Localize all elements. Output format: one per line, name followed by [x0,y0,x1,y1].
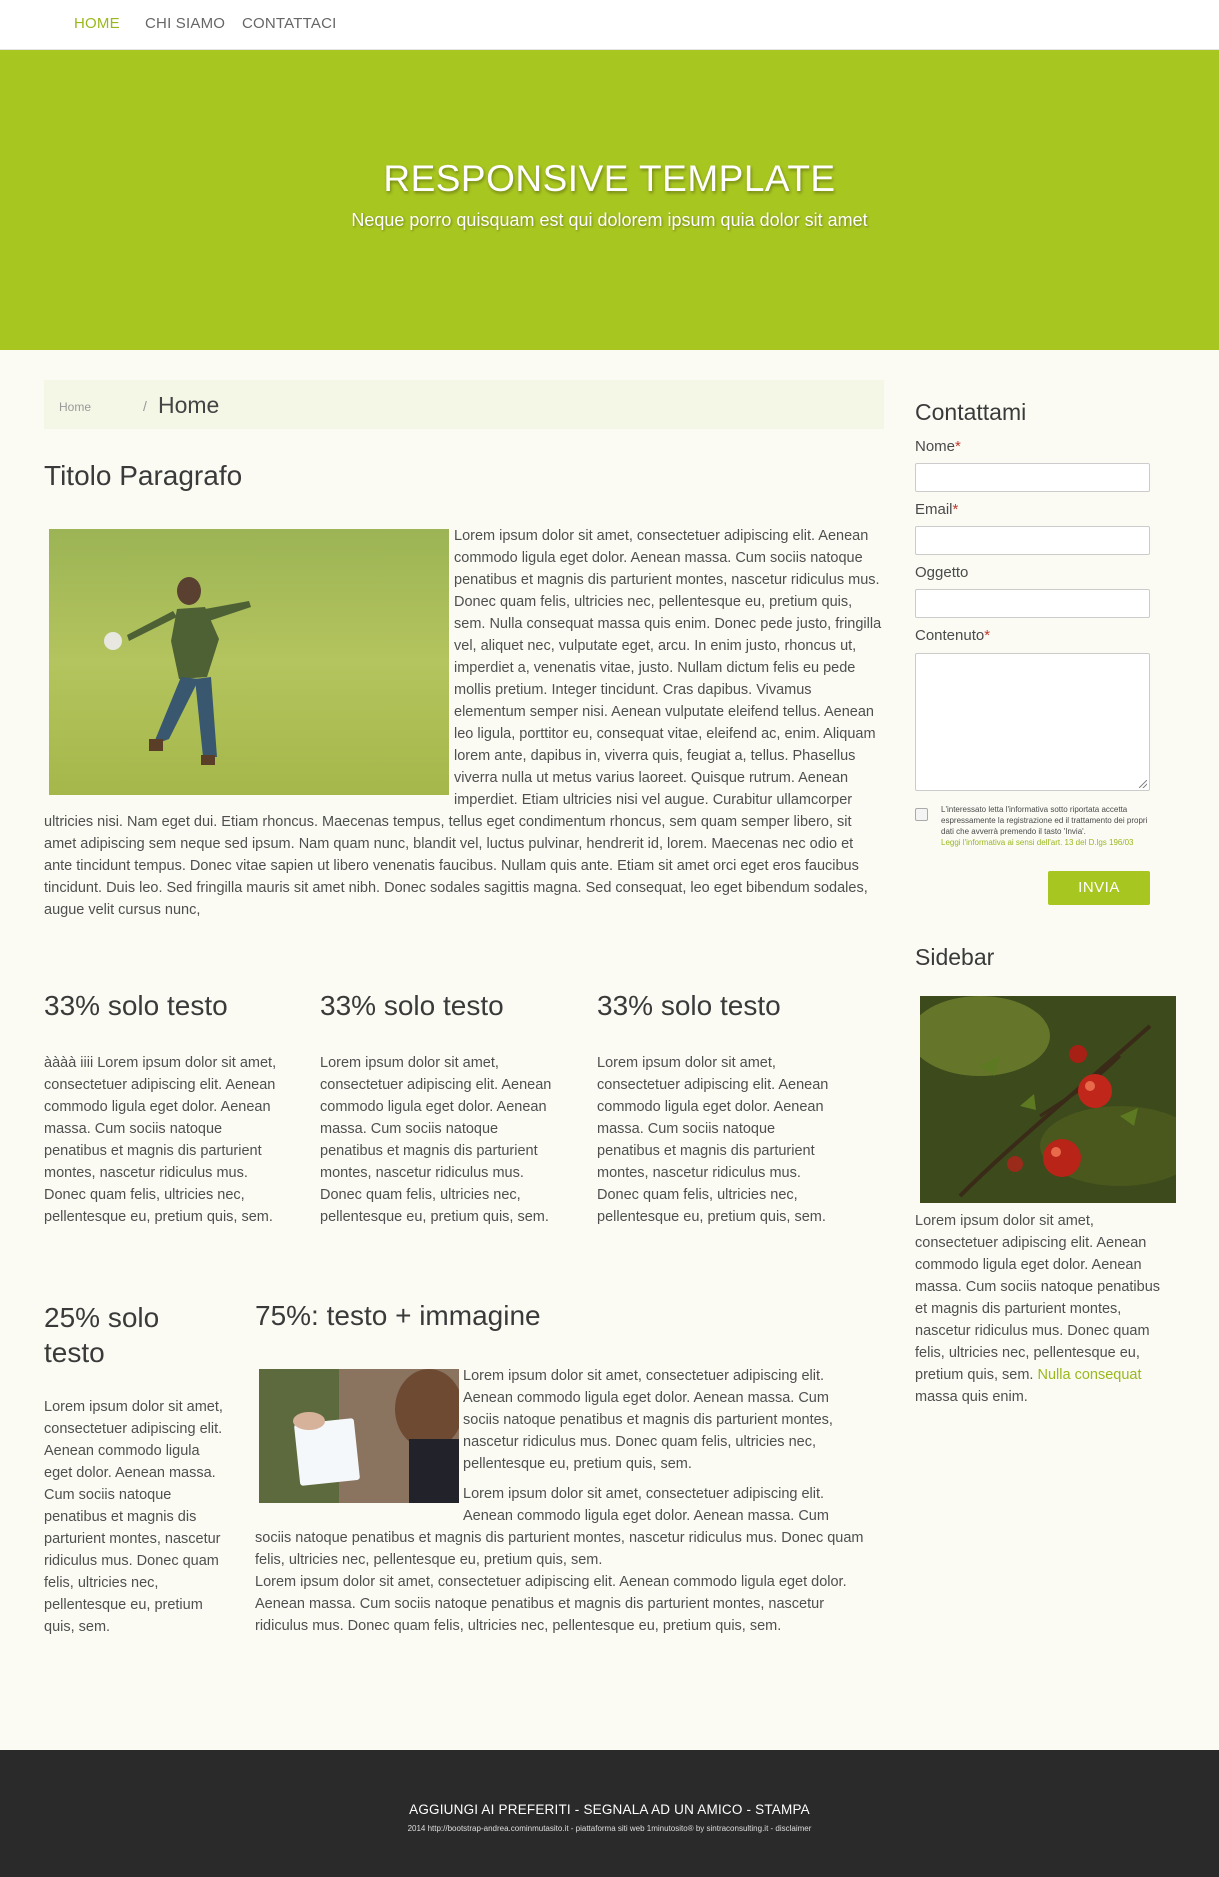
nav-item-chi-siamo[interactable]: CHI SIAMO [145,15,225,32]
col33-body-3: Lorem ipsum dolor sit amet, consectetuer… [597,1055,829,1225]
name-label: Nome* [915,438,961,455]
subject-field[interactable] [915,589,1150,618]
hero-banner: RESPONSIVE TEMPLATE Neque porro quisquam… [0,50,1219,350]
subject-label-text: Oggetto [915,564,969,581]
privacy-text: L'interessato letta l'informativa sotto … [941,805,1148,836]
email-label-text: Email [915,501,953,518]
col33-title-1: 33% solo testo [44,990,228,1021]
required-mark: * [984,627,991,644]
col25-body: Lorem ipsum dolor sit amet, consectetuer… [44,1399,223,1635]
col25-title: 25% solo testo [44,1302,160,1368]
send-button[interactable]: INVIA [1048,871,1150,905]
col33-body-1: àààà iiii Lorem ipsum dolor sit amet, co… [44,1055,277,1225]
apple-tree-photo [920,996,1176,1203]
privacy-notice: L'interessato letta l'informativa sotto … [941,804,1159,848]
nav-item-home[interactable]: HOME [74,15,120,32]
col75-body: Lorem ipsum dolor sit amet, consectetuer… [255,1365,865,1637]
contact-title: Contattami [915,399,1027,425]
content-textarea[interactable] [915,653,1150,791]
sidebar-text: Lorem ipsum dolor sit amet, consectetuer… [915,1210,1171,1408]
breadcrumb: Home / Home [44,380,884,429]
nav-item-contattaci[interactable]: CONTATTACI [242,15,337,32]
email-label: Email* [915,501,958,518]
breadcrumb-separator: / [143,398,147,414]
required-mark: * [955,438,961,455]
col75-paragraph-3: Lorem ipsum dolor sit amet, consectetuer… [255,1574,847,1634]
col75-title: 75%: testo + immagine [255,1300,541,1331]
breadcrumb-home-link[interactable]: Home [59,400,91,414]
content-label-text: Contenuto [915,627,985,644]
breadcrumb-current: Home [158,392,220,418]
card-photo-float-spacer [255,1365,463,1509]
sidebar-text-before: Lorem ipsum dolor sit amet, consectetuer… [915,1213,1161,1383]
footer-links[interactable]: AGGIUNGI AI PREFERITI - SEGNALA AD UN AM… [0,1802,1219,1817]
top-nav: HOME CHI SIAMO CONTATTACI [0,0,1219,50]
subject-label: Oggetto [915,564,968,581]
name-label-text: Nome [915,438,956,455]
footer-copyright: 2014 http://bootstrap-andrea.cominmutasi… [407,1824,812,1833]
col33-title-2: 33% solo testo [320,990,504,1021]
content-label: Contenuto* [915,627,990,644]
sidebar-text-after: massa quis enim. [915,1389,1028,1405]
privacy-checkbox[interactable] [915,808,928,821]
resize-grip-icon[interactable] [1139,780,1147,788]
email-field[interactable] [915,526,1150,555]
required-mark: * [952,501,959,518]
footer: AGGIUNGI AI PREFERITI - SEGNALA AD UN AM… [0,1750,1219,1877]
main-body: Lorem ipsum dolor sit amet, consectetuer… [44,525,884,921]
col33-body-2: Lorem ipsum dolor sit amet, consectetuer… [320,1055,552,1225]
sidebar-title: Sidebar [915,944,995,970]
privacy-link[interactable]: Leggi l'informativa ai sensi dell'art. 1… [941,838,1134,847]
page-title: Titolo Paragrafo [44,460,243,491]
name-field[interactable] [915,463,1150,492]
hero-subtitle: Neque porro quisquam est qui dolorem ips… [351,210,868,230]
col33-title-3: 33% solo testo [597,990,781,1021]
sidebar-link[interactable]: Nulla consequat [1038,1367,1142,1383]
hero-title: RESPONSIVE TEMPLATE [383,158,836,199]
photo-float-spacer [44,525,454,797]
